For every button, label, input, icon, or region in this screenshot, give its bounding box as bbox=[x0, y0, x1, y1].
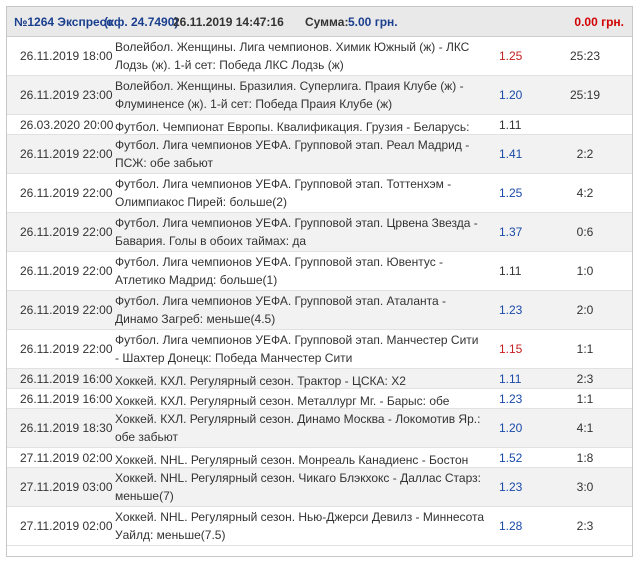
bet-sum-value: 5.00 грн. bbox=[348, 15, 398, 29]
bet-row-coef: 1.11 bbox=[499, 264, 522, 278]
bet-row-score: 1:1 bbox=[576, 392, 594, 406]
bet-row-date: 27.11.2019 02:00 bbox=[20, 451, 113, 465]
bet-row: 26.11.2019 22:00 Футбол. Лига чемпионов У… bbox=[7, 213, 632, 252]
bet-row-date: 26.11.2019 22:00 bbox=[20, 225, 113, 239]
bet-row: 26.11.2019 22:00 Футбол. Лига чемпионов У… bbox=[7, 174, 632, 213]
bet-row: 27.11.2019 02:00 Хоккей. NHL. Регулярный … bbox=[7, 448, 632, 485]
bet-row-date: 26.11.2019 23:00 bbox=[20, 88, 113, 102]
bet-row-score: 4:2 bbox=[576, 186, 594, 200]
bet-row-coef: 1.25 bbox=[499, 49, 523, 63]
bet-row-event: Футбол. Лига чемпионов УЕФА. Групповой э… bbox=[115, 138, 470, 170]
bet-row-date: 26.11.2019 22:00 bbox=[20, 264, 113, 278]
bet-row-event: Волейбол. Женщины. Лига чемпионов. Химик… bbox=[115, 40, 470, 72]
bet-row-score: 0:6 bbox=[576, 225, 594, 239]
bet-row: 26.11.2019 22:00 Футбол. Лига чемпионов У… bbox=[7, 291, 632, 330]
bet-total-coef: (кф. 24.7490) bbox=[104, 15, 179, 29]
bet-row: 26.11.2019 22:00 Футбол. Лига чемпионов У… bbox=[7, 135, 632, 174]
bet-row-coef: 1.28 bbox=[499, 519, 523, 533]
bet-row-coef: 1.37 bbox=[499, 225, 523, 239]
bet-header: №1264 Экспресс (кф. 24.7490) 26.11.2019 … bbox=[7, 7, 632, 37]
bet-row: 27.11.2019 02:00 Хоккей. NHL. Регулярный … bbox=[7, 507, 632, 546]
bet-row-coef: 1.20 bbox=[499, 88, 523, 102]
bet-row: 26.11.2019 22:00 Футбол. Лига чемпионов У… bbox=[7, 330, 632, 369]
bet-row-event: Футбол. Лига чемпионов УЕФА. Групповой э… bbox=[115, 333, 479, 365]
bet-row-coef: 1.41 bbox=[499, 147, 523, 161]
bet-row-score: 2:3 bbox=[576, 372, 594, 386]
bet-row-coef: 1.11 bbox=[499, 118, 522, 132]
bet-row-coef: 1.23 bbox=[499, 303, 523, 317]
bet-row-score: 4:1 bbox=[576, 421, 594, 435]
bet-row: 27.11.2019 03:00 Хоккей. NHL. Регулярный … bbox=[7, 468, 632, 507]
bet-row-score: 3:0 bbox=[576, 480, 594, 494]
bet-row: 26.11.2019 18:30 Хоккей. КХЛ. Регулярный … bbox=[7, 409, 632, 448]
bet-row: 26.11.2019 16:00 Хоккей. КХЛ. Регулярный … bbox=[7, 369, 632, 389]
bet-row-event: Футбол. Лига чемпионов УЕФА. Групповой э… bbox=[115, 255, 444, 287]
bet-row-score: 2:2 bbox=[576, 147, 594, 161]
bet-row-coef: 1.52 bbox=[499, 451, 523, 465]
bet-number: №1264 Экспресс bbox=[14, 15, 113, 29]
bet-row-coef: 1.23 bbox=[499, 392, 523, 406]
bet-row-coef: 1.15 bbox=[499, 342, 523, 356]
bet-row-score: 1:8 bbox=[576, 451, 594, 465]
bet-row-event: Футбол. Лига чемпионов УЕФА. Групповой э… bbox=[115, 294, 446, 326]
bet-row-date: 26.11.2019 22:00 bbox=[20, 303, 113, 317]
bet-row-event: Футбол. Лига чемпионов УЕФА. Групповой э… bbox=[115, 177, 452, 209]
bet-row-event: Хоккей. КХЛ. Регулярный сезон. Трактор -… bbox=[115, 374, 406, 388]
bet-row-event: Волейбол. Женщины. Бразилия. Суперлига. … bbox=[115, 79, 464, 111]
bet-row-score: 1:1 bbox=[576, 342, 594, 356]
bet-row-coef: 1.25 bbox=[499, 186, 523, 200]
bet-row-date: 26.11.2019 22:00 bbox=[20, 147, 113, 161]
bet-row: 26.11.2019 18:00 Волейбол. Женщины. Лига … bbox=[7, 37, 632, 76]
bet-row-date: 26.11.2019 18:00 bbox=[20, 49, 113, 63]
bet-row-score: 2:3 bbox=[576, 519, 594, 533]
bet-datetime: 26.11.2019 14:47:16 bbox=[173, 15, 284, 29]
bet-row-date: 26.03.2020 20:00 bbox=[20, 118, 114, 132]
bet-row-date: 26.11.2019 22:00 bbox=[20, 186, 113, 200]
bet-row-event: Хоккей. NHL. Регулярный сезон. Чикаго Бл… bbox=[115, 471, 481, 503]
bet-row-date: 26.11.2019 18:30 bbox=[20, 421, 113, 435]
bet-row-score: 25:19 bbox=[569, 88, 601, 102]
bet-row: 26.11.2019 23:00 Волейбол. Женщины. Брази… bbox=[7, 76, 632, 115]
bet-row: 26.11.2019 22:00 Футбол. Лига чемпионов У… bbox=[7, 252, 632, 291]
bet-events-list: 26.11.2019 18:00 Волейбол. Женщины. Лига … bbox=[7, 37, 632, 546]
bet-row-date: 27.11.2019 02:00 bbox=[20, 519, 113, 533]
bet-row-coef: 1.11 bbox=[499, 372, 522, 386]
bet-row-date: 27.11.2019 03:00 bbox=[20, 480, 113, 494]
bet-row-date: 26.11.2019 22:00 bbox=[20, 342, 113, 356]
bet-sum-label: Сумма: bbox=[305, 15, 349, 29]
bet-row: 26.11.2019 16:00 Хоккей. КХЛ. Регулярный … bbox=[7, 389, 632, 426]
bet-row-coef: 1.20 bbox=[499, 421, 523, 435]
bet-row-score: 25:23 bbox=[569, 49, 601, 63]
bet-row-coef: 1.23 bbox=[499, 480, 523, 494]
bet-row-score: 2:0 bbox=[576, 303, 594, 317]
bet-row-event: Хоккей. NHL. Регулярный сезон. Нью-Джерс… bbox=[115, 510, 485, 542]
bet-row-date: 26.11.2019 16:00 bbox=[20, 372, 113, 386]
bet-row-date: 26.11.2019 16:00 bbox=[20, 392, 113, 406]
bet-slip-panel: №1264 Экспресс (кф. 24.7490) 26.11.2019 … bbox=[6, 6, 633, 557]
bet-win-value: 0.00 грн. bbox=[574, 15, 624, 29]
bet-row: 26.03.2020 20:00 Футбол. Чемпионат Европы… bbox=[7, 115, 632, 152]
bet-row-event: Хоккей. КХЛ. Регулярный сезон. Динамо Мо… bbox=[115, 412, 481, 444]
bet-row-score: 1:0 bbox=[576, 264, 594, 278]
bet-row-event: Футбол. Лига чемпионов УЕФА. Групповой э… bbox=[115, 216, 478, 248]
